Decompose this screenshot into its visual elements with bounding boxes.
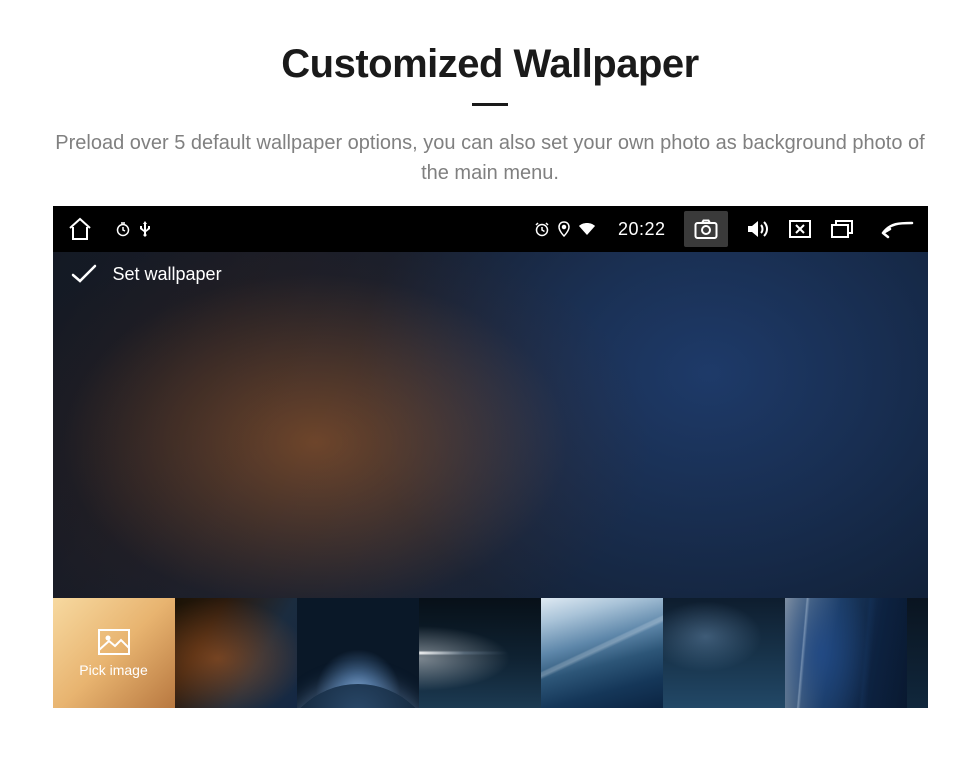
alarm-icon <box>534 221 550 237</box>
wallpaper-thumb-1[interactable] <box>175 598 297 708</box>
heading-underline <box>472 103 508 106</box>
confirm-check-icon[interactable] <box>71 264 97 284</box>
back-icon[interactable] <box>880 219 914 239</box>
recent-apps-icon[interactable] <box>830 219 854 239</box>
action-bar: Set wallpaper <box>53 252 928 296</box>
wallpaper-thumb-3[interactable] <box>419 598 541 708</box>
wallpaper-thumb-5[interactable] <box>663 598 785 708</box>
usb-icon <box>139 220 151 238</box>
screenshot-icon[interactable] <box>684 211 728 247</box>
wallpaper-thumb-4[interactable] <box>541 598 663 708</box>
timer-icon <box>115 221 131 237</box>
wifi-icon <box>578 222 596 236</box>
picture-icon <box>97 628 131 656</box>
home-icon[interactable] <box>67 217 93 241</box>
location-icon <box>558 221 570 237</box>
screen-title: Set wallpaper <box>113 264 222 285</box>
wallpaper-thumb-6[interactable] <box>785 598 907 708</box>
pick-image-button[interactable]: Pick image <box>53 598 175 708</box>
clock-time: 20:22 <box>618 219 666 240</box>
close-app-icon[interactable] <box>788 219 812 239</box>
status-bar: 20:22 <box>53 206 928 252</box>
page-subheading: Preload over 5 default wallpaper options… <box>10 128 970 188</box>
wallpaper-preview[interactable]: Set wallpaper <box>53 252 928 598</box>
volume-icon[interactable] <box>746 218 770 240</box>
page-heading: Customized Wallpaper <box>10 42 970 87</box>
device-screenshot: 20:22 <box>53 206 928 708</box>
wallpaper-thumb-7-partial[interactable] <box>907 598 928 708</box>
wallpaper-thumb-2[interactable] <box>297 598 419 708</box>
pick-image-label: Pick image <box>79 662 147 678</box>
wallpaper-thumbnails: Pick image <box>53 598 928 708</box>
